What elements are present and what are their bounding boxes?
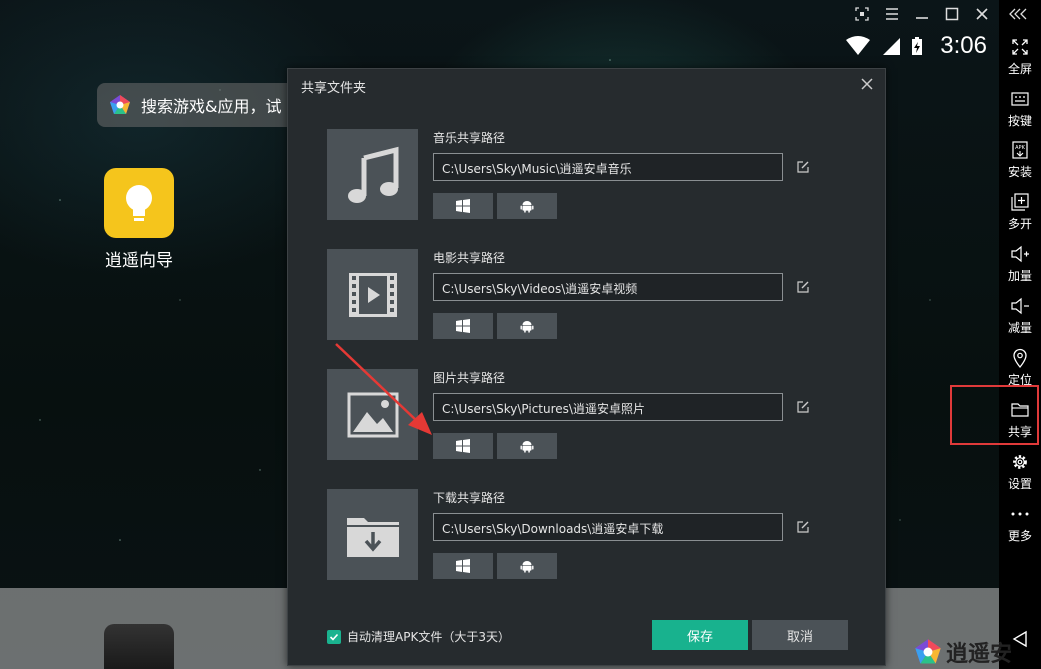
sidebar-item-volume-up[interactable]: 加量 [999, 243, 1041, 284]
music-share-section: 音乐共享路径 C:\Users\Sky\Music\逍遥安卓音乐 [327, 129, 867, 221]
sidebar-item-label: 全屏 [1007, 62, 1032, 76]
edit-icon[interactable] [796, 279, 810, 293]
sidebar-item-more[interactable]: 更多 [999, 503, 1041, 544]
auto-clean-apk-checkbox[interactable]: 自动清理APK文件（大于3天） [327, 628, 510, 645]
volume-down-icon [999, 295, 1041, 317]
app-guide-shortcut[interactable]: 逍遥向导 [104, 168, 174, 271]
open-in-android-button[interactable] [497, 433, 557, 459]
music-icon [327, 129, 418, 220]
path-input[interactable]: C:\Users\Sky\Videos\逍遥安卓视频 [433, 273, 783, 301]
save-button[interactable]: 保存 [652, 620, 748, 650]
more-icon [999, 503, 1041, 525]
volume-up-icon [999, 243, 1041, 265]
collapse-icon[interactable] [1007, 3, 1029, 25]
battery-icon [912, 37, 922, 55]
path-input[interactable]: C:\Users\Sky\Downloads\逍遥安卓下载 [433, 513, 783, 541]
screenshot-icon[interactable] [851, 3, 873, 25]
sidebar-item-multi[interactable]: 多开 [999, 191, 1041, 232]
fullscreen-icon [999, 36, 1041, 58]
path-input[interactable]: C:\Users\Sky\Music\逍遥安卓音乐 [433, 153, 783, 181]
maximize-icon[interactable] [941, 3, 963, 25]
emulator-sidebar: 全屏 按键 APK 安装 多开 加量 减量 定位 共享 设置 更多 [999, 28, 1041, 669]
svg-text:APK: APK [1015, 145, 1025, 151]
edit-icon[interactable] [796, 399, 810, 413]
edit-icon[interactable] [796, 519, 810, 533]
status-bar: 3:06 [0, 30, 999, 64]
section-title: 音乐共享路径 [433, 131, 506, 145]
sidebar-item-label: 按键 [1007, 114, 1032, 128]
video-share-section: 电影共享路径 C:\Users\Sky\Videos\逍遥安卓视频 [327, 249, 867, 341]
window-toolbar [0, 0, 1041, 28]
sidebar-item-install[interactable]: APK 安装 [999, 139, 1041, 180]
sidebar-item-keys[interactable]: 按键 [999, 88, 1041, 129]
dialog-close-icon[interactable] [858, 75, 876, 93]
windows-icon [456, 319, 470, 333]
sidebar-item-label: 设置 [1007, 477, 1032, 491]
dialog-title: 共享文件夹 [301, 81, 367, 96]
open-in-android-button[interactable] [497, 313, 557, 339]
android-icon [520, 441, 534, 453]
multi-instance-icon [999, 191, 1041, 213]
signal-icon [883, 38, 900, 55]
apk-icon: APK [999, 139, 1041, 161]
download-share-section: 下载共享路径 C:\Users\Sky\Downloads\逍遥安卓下载 [327, 489, 867, 581]
open-in-android-button[interactable] [497, 553, 557, 579]
brand-watermark: 逍遥安 [914, 636, 1012, 668]
section-title: 电影共享路径 [433, 251, 506, 265]
video-icon [327, 249, 418, 340]
windows-icon [456, 439, 470, 453]
minimize-icon[interactable] [911, 3, 933, 25]
path-input[interactable]: C:\Users\Sky\Pictures\逍遥安卓照片 [433, 393, 783, 421]
status-clock: 3:06 [940, 32, 987, 59]
sidebar-item-location[interactable]: 定位 [999, 347, 1041, 388]
open-in-android-button[interactable] [497, 193, 557, 219]
brand-name: 逍遥安 [946, 642, 1013, 667]
location-icon [999, 347, 1041, 369]
app-guide-label: 逍遥向导 [105, 251, 173, 271]
windows-icon [456, 199, 470, 213]
checkmark-icon [327, 629, 341, 644]
section-title: 下载共享路径 [433, 491, 506, 505]
sidebar-item-label: 加量 [1007, 269, 1032, 283]
open-in-windows-button[interactable] [433, 433, 493, 459]
app-store-logo-icon [110, 95, 130, 114]
android-icon [520, 201, 534, 213]
search-bar[interactable]: 搜索游戏&应用，试 [97, 83, 317, 127]
sidebar-item-fullscreen[interactable]: 全屏 [999, 36, 1041, 77]
open-in-windows-button[interactable] [433, 313, 493, 339]
sidebar-item-label: 安装 [1007, 165, 1032, 179]
auto-clean-label: 自动清理APK文件（大于3天） [347, 630, 510, 644]
open-in-windows-button[interactable] [433, 193, 493, 219]
edit-icon[interactable] [796, 159, 810, 173]
cancel-button[interactable]: 取消 [752, 620, 848, 650]
sidebar-item-label: 减量 [1007, 321, 1032, 335]
download-folder-icon [327, 489, 418, 580]
android-icon [520, 561, 534, 573]
close-icon[interactable] [971, 3, 993, 25]
wifi-icon [846, 36, 870, 55]
gear-icon [999, 451, 1041, 473]
brand-logo-icon [915, 639, 941, 664]
open-in-windows-button[interactable] [433, 553, 493, 579]
annotation-arrow [335, 343, 432, 435]
sidebar-item-volume-down[interactable]: 减量 [999, 295, 1041, 336]
menu-icon[interactable] [881, 3, 903, 25]
keyboard-icon [999, 88, 1041, 110]
sidebar-item-label: 更多 [1007, 529, 1032, 543]
sidebar-item-label: 多开 [1007, 217, 1032, 231]
search-placeholder: 搜索游戏&应用，试 [141, 97, 282, 116]
sidebar-item-settings[interactable]: 设置 [999, 451, 1041, 492]
share-highlight-box [950, 385, 1039, 445]
dock-app-icon[interactable] [104, 624, 174, 669]
android-icon [520, 321, 534, 333]
windows-icon [456, 559, 470, 573]
section-title: 图片共享路径 [433, 371, 506, 385]
lightbulb-icon [104, 168, 174, 238]
